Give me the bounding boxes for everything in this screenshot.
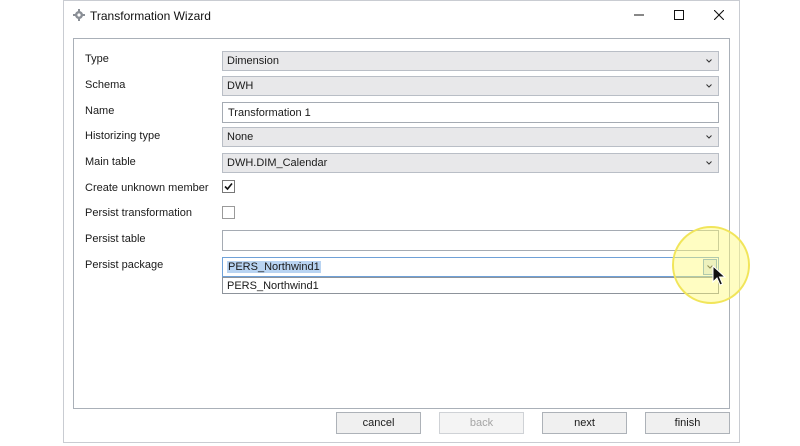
app-icon [73, 9, 85, 21]
chevron-down-icon [703, 80, 715, 92]
main-table-select[interactable]: DWH.DIM_Calendar [222, 153, 719, 173]
historizing-type-label: Historizing type [85, 130, 161, 142]
schema-select[interactable]: DWH [222, 76, 719, 96]
persist-package-value: PERS_Northwind1 [227, 261, 321, 273]
persist-package-select[interactable]: PERS_Northwind1 [222, 257, 719, 277]
main-table-label: Main table [85, 156, 136, 168]
persist-table-input[interactable] [222, 230, 719, 251]
title-bar: Transformation Wizard [64, 1, 739, 31]
historizing-type-value: None [227, 131, 254, 143]
name-label: Name [85, 105, 115, 117]
next-button[interactable]: next [542, 412, 627, 434]
create-unknown-member-label: Create unknown member [85, 182, 209, 194]
maximize-icon [674, 9, 684, 23]
persist-package-dropdown-list: PERS_Northwind1 [222, 277, 719, 294]
checkmark-icon [224, 182, 233, 191]
chevron-down-icon [703, 131, 715, 143]
background-strip-left [0, 0, 63, 446]
type-select[interactable]: Dimension [222, 51, 719, 71]
wizard-form-panel: Type Dimension Schema DWH Name Transform… [73, 38, 730, 409]
type-value: Dimension [227, 55, 279, 67]
chevron-down-icon [703, 55, 715, 67]
historizing-type-select[interactable]: None [222, 127, 719, 147]
persist-package-label: Persist package [85, 259, 164, 271]
persist-transformation-checkbox[interactable] [222, 206, 235, 219]
finish-button[interactable]: finish [645, 412, 730, 434]
window-title: Transformation Wizard [90, 9, 211, 23]
maximize-button[interactable] [659, 1, 699, 31]
schema-label: Schema [85, 79, 126, 91]
type-label: Type [85, 53, 109, 65]
minimize-button[interactable] [619, 1, 659, 31]
name-value: Transformation 1 [228, 107, 311, 119]
schema-value: DWH [227, 80, 254, 92]
transformation-wizard-window: Transformation Wizard Type Dimension Sch… [63, 0, 740, 443]
back-button[interactable]: back [439, 412, 524, 434]
name-input[interactable]: Transformation 1 [222, 102, 719, 123]
background-strip-right [740, 0, 800, 446]
chevron-down-icon [703, 157, 715, 169]
dropdown-option[interactable]: PERS_Northwind1 [227, 280, 319, 292]
close-button[interactable] [699, 1, 739, 31]
persist-table-label: Persist table [85, 233, 146, 245]
cursor-highlight [672, 226, 750, 304]
minimize-icon [634, 10, 644, 23]
persist-transformation-label: Persist transformation [85, 207, 192, 219]
main-table-value: DWH.DIM_Calendar [227, 157, 328, 169]
close-icon [713, 9, 725, 23]
mouse-pointer-icon [712, 264, 727, 290]
create-unknown-member-checkbox[interactable] [222, 180, 235, 193]
cancel-button[interactable]: cancel [336, 412, 421, 434]
